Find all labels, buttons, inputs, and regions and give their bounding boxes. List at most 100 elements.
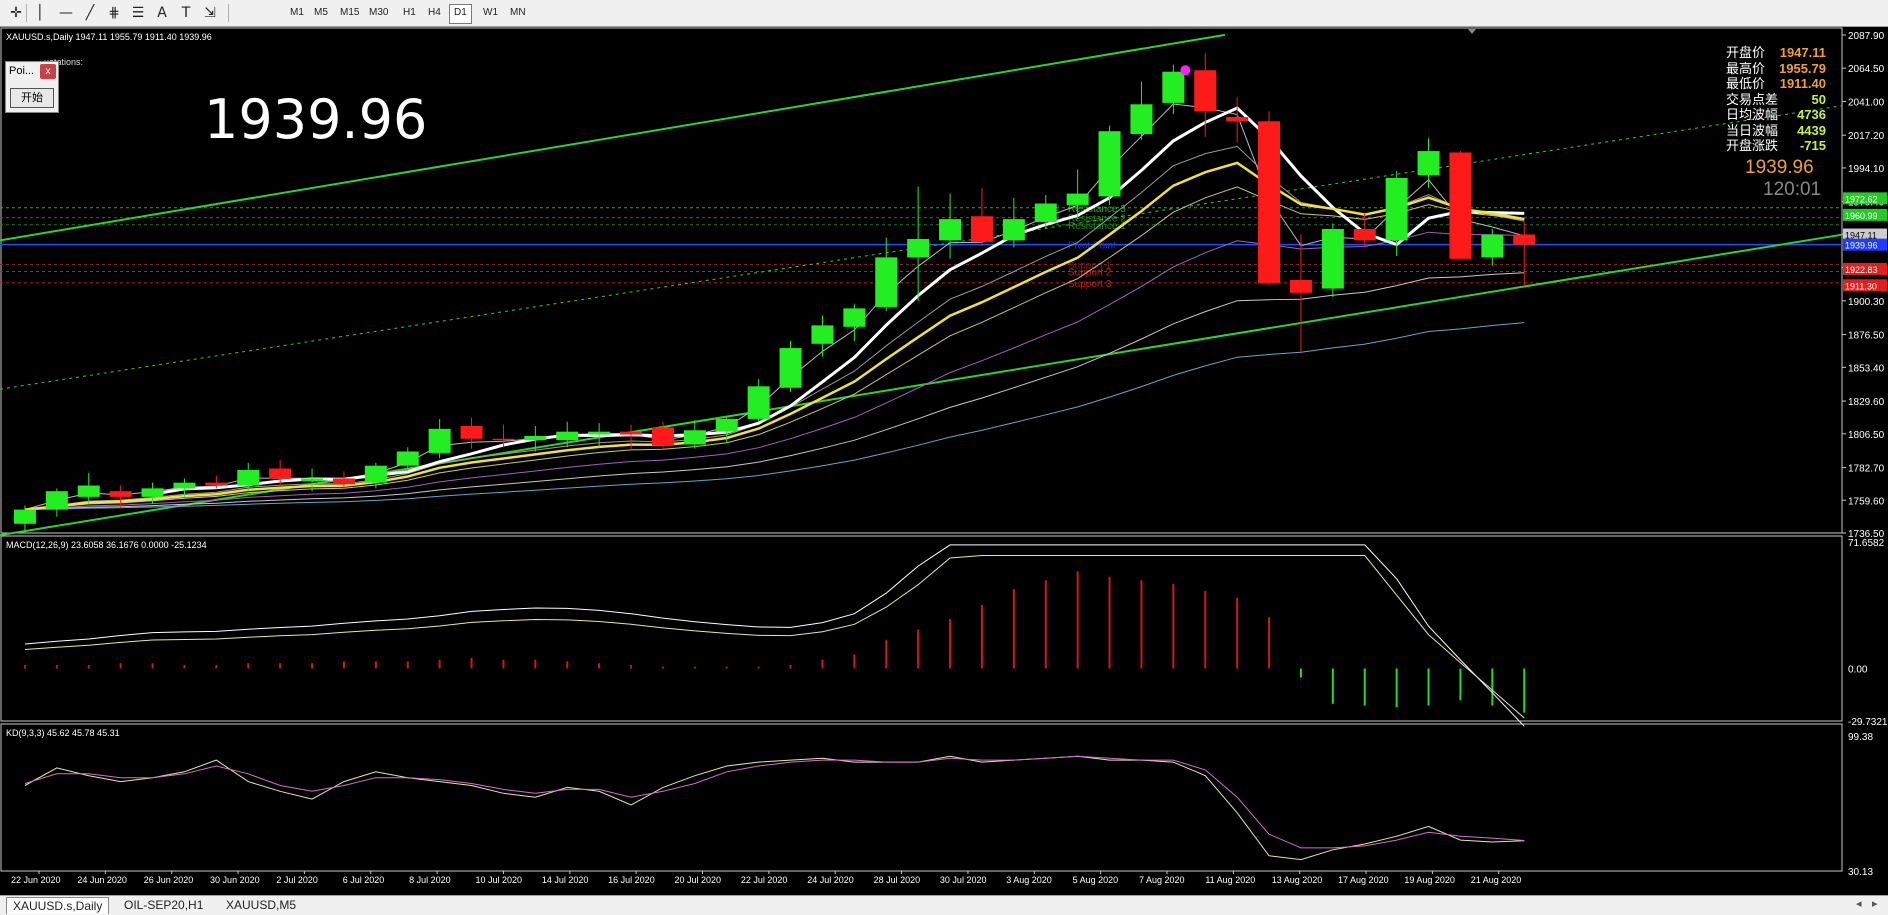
stat-row: 交易点差 50 [1726,92,1826,108]
candle-body [843,308,866,327]
x-tick-label: 7 Aug 2020 [1139,875,1185,885]
candle-body [1194,70,1217,112]
x-tick-label: 30 Jun 2020 [210,875,260,885]
x-tick-label: 13 Aug 2020 [1272,875,1323,885]
candle-body [13,509,36,524]
moving-average-line [24,145,1525,511]
macd-header: MACD(12,26,9) 23.6058 36.1676 0.0000 -25… [6,540,207,550]
x-tick-label: 16 Jul 2020 [608,875,655,885]
candle-body [715,418,738,432]
toolbar-separator [26,4,27,22]
poi-title: Poi... [9,65,35,77]
stat-price: 1939.96 [1745,157,1814,178]
candle-body [301,478,324,482]
y-tick-label: 1806.50 [1848,430,1885,441]
candle-body [651,427,674,446]
x-tick-label: 6 Jul 2020 [343,875,385,885]
stat-label: 开盘价 [1726,45,1766,60]
chart-area[interactable]: 2087.902064.502041.002017.201994.101970.… [0,27,1888,891]
text-icon[interactable]: A [152,3,172,23]
price-tag-label: 1972.62 [1845,194,1878,204]
close-icon[interactable]: x [40,64,56,79]
tab-bar: XAUUSD.s,Daily OIL-SEP20,H1 XAUUSD,M5 ◂ ▸ [0,895,1888,915]
x-tick-label: 19 Aug 2020 [1404,875,1455,885]
stat-value: -715 [1799,138,1826,153]
stat-row: 最低价 1911.40 [1726,76,1826,92]
candle-body [77,485,100,497]
y-tick-label: 1829.60 [1848,397,1885,408]
timeframe-m30-button[interactable]: M30 [365,4,392,22]
timeframe-h4-button[interactable]: H4 [424,4,445,22]
y-tick-label: 2064.50 [1848,64,1885,75]
poi-panel[interactable]: Poi... x 开始 [5,61,59,113]
timeframe-mn-button[interactable]: MN [506,4,530,22]
chart-tab[interactable]: XAUUSD,M5 [220,897,302,913]
stat-label: 最低价 [1726,76,1766,91]
candle-body [141,488,164,497]
y-tick-label: 1876.50 [1848,331,1885,342]
x-tick-label: 22 Jun 2020 [11,875,61,885]
candle-body [1353,229,1376,241]
candle-body [173,482,196,489]
candle-body [1002,219,1025,241]
timeframe-h1-button[interactable]: H1 [399,4,420,22]
stat-value: 1911.40 [1779,76,1826,91]
stat-label: 日均波幅 [1726,107,1779,122]
moving-average-line [24,231,1525,511]
y-tick-label: 1853.40 [1848,363,1885,374]
horizontal-line-icon[interactable]: — [56,3,76,23]
y-tick-label: 2017.20 [1848,131,1885,142]
toolbar-separator [228,4,229,22]
x-tick-label: 24 Jun 2020 [77,875,127,885]
timeframe-m1-button[interactable]: M1 [286,4,308,22]
x-tick-label: 20 Jul 2020 [675,875,722,885]
candle-body [683,430,706,445]
timeframe-d1-button[interactable]: D1 [449,4,472,24]
text-label-icon[interactable]: T [176,3,196,23]
price-tag-label: 1939.96 [1845,241,1878,251]
y-tick-label: 2041.00 [1848,97,1885,108]
candle-body [269,468,292,479]
candle-body [747,386,770,419]
arrows-icon[interactable]: ⇲ [200,3,220,23]
bar-timer: 120:01 [1763,179,1822,200]
candle-body [970,216,993,242]
level-label: Support 2 [1068,268,1112,279]
stat-label: 最高价 [1726,60,1766,76]
fibonacci-icon[interactable]: ☰ [128,3,148,23]
x-tick-label: 14 Jul 2020 [542,875,589,885]
x-tick-label: 24 Jul 2020 [807,875,854,885]
start-button[interactable]: 开始 [10,88,54,108]
scroll-left-icon[interactable]: ◂ [1856,897,1862,910]
candle-body [620,431,643,435]
series-header: XAUUSD.s,Daily 1947.11 1955.79 1911.40 1… [6,32,212,42]
pitchfork-icon[interactable]: ⋕ [104,3,124,23]
chart-tab[interactable]: XAUUSD.s,Daily [6,897,110,914]
scroll-right-icon[interactable]: ▸ [1872,897,1878,910]
candle-body [1449,152,1472,259]
kd-header: KD(9,3,3) 45.62 45.78 45.31 [6,728,120,738]
timeframe-w1-button[interactable]: W1 [479,4,502,22]
x-tick-label: 2 Jul 2020 [276,875,318,885]
stat-value: 1947.11 [1779,45,1826,60]
chart-tab[interactable]: OIL-SEP20,H1 [118,897,209,913]
candle-body [1289,280,1312,293]
candle-body [939,219,962,241]
x-tick-label: 30 Jul 2020 [940,875,987,885]
candle-body [1258,121,1281,283]
trendline-icon[interactable]: ╱ [80,3,100,23]
y-tick-label: 1994.10 [1848,164,1885,175]
vertical-line-icon[interactable]: │ [30,3,50,23]
stat-value: 4736 [1797,107,1826,122]
stat-row: 当日波幅 4439 [1726,123,1826,139]
x-tick-label: 8 Jul 2020 [409,875,451,885]
chart-canvas[interactable]: 2087.902064.502041.002017.201994.101970.… [0,27,1888,891]
candle-body [1321,229,1344,289]
kd-panel-frame [0,723,1843,872]
crosshair-icon[interactable]: ✛ [6,3,26,23]
candle-body [1513,234,1536,245]
timeframe-m15-button[interactable]: M15 [336,4,363,22]
x-tick-label: 5 Aug 2020 [1073,875,1119,885]
candle-body [428,428,451,453]
timeframe-m5-button[interactable]: M5 [310,4,332,22]
